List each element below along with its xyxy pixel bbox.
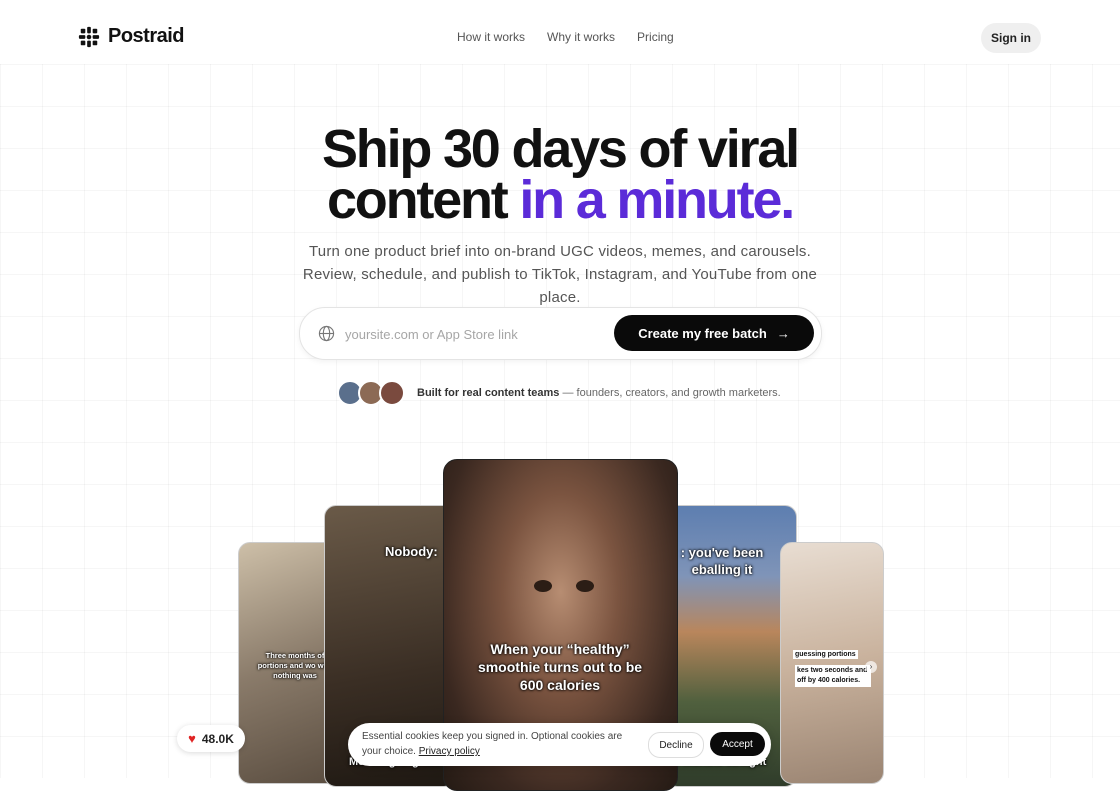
face-illustration: [534, 580, 594, 600]
social-proof-text: Built for real content teams — founders,…: [417, 387, 781, 399]
hero-subtitle: Turn one product brief into on-brand UGC…: [302, 243, 818, 306]
cookie-text-wrap: Essential cookies keep you signed in. Op…: [362, 729, 642, 759]
create-batch-label: Create my free batch: [638, 325, 767, 341]
nav-pricing[interactable]: Pricing: [637, 30, 674, 44]
create-batch-button[interactable]: Create my free batch →: [614, 315, 814, 351]
nav-why-it-works[interactable]: Why it works: [547, 30, 615, 44]
logo[interactable]: Postraid: [78, 25, 185, 48]
next-icon[interactable]: ›: [865, 661, 877, 673]
social-proof-strong: Built for real content teams: [417, 387, 560, 399]
video-card-5-caption-a: guessing portions: [793, 650, 858, 659]
nav-how-it-works[interactable]: How it works: [457, 30, 525, 44]
avatar-group: [337, 380, 405, 406]
logo-icon: [78, 26, 100, 47]
accept-button[interactable]: Accept: [710, 732, 765, 756]
globe-icon: [318, 325, 335, 342]
video-card-5-caption-b: kes two seconds and off by 400 calories.: [795, 665, 871, 687]
hero-title-line2: content: [326, 170, 509, 230]
video-card-2-caption-top: Nobody:: [385, 544, 438, 559]
cookie-text: Essential cookies keep you signed in. Op…: [362, 731, 623, 757]
privacy-policy-link[interactable]: Privacy policy: [419, 746, 480, 757]
arrow-right-icon: →: [776, 325, 790, 341]
search-bar: Create my free batch →: [299, 307, 822, 360]
likes-badge: ♥ 48.0K: [177, 725, 245, 752]
video-card-featured-caption: When your “healthy” smoothie turns out t…: [477, 641, 643, 693]
likes-count: 48.0K: [201, 731, 234, 746]
video-card-5[interactable]: guessing portions kes two seconds and of…: [780, 542, 884, 784]
url-input[interactable]: [343, 322, 607, 346]
social-proof-rest: — founders, creators, and growth markete…: [559, 387, 781, 399]
video-card-4-caption-top: : you've been eballing it: [680, 545, 764, 577]
decline-button[interactable]: Decline: [648, 732, 704, 758]
main-nav: How it works Why it works Pricing: [457, 30, 674, 44]
hero-title-accent: in a minute.: [519, 170, 795, 230]
hero-title: Ship 30 days of viral content in a minut…: [0, 122, 1120, 227]
logo-text: Postraid: [108, 25, 185, 47]
social-proof: Built for real content teams — founders,…: [337, 380, 781, 406]
sign-in-button[interactable]: Sign in: [981, 23, 1041, 53]
cookie-banner: Essential cookies keep you signed in. Op…: [348, 723, 771, 766]
heart-icon: ♥: [188, 731, 196, 746]
avatar: [379, 380, 405, 406]
